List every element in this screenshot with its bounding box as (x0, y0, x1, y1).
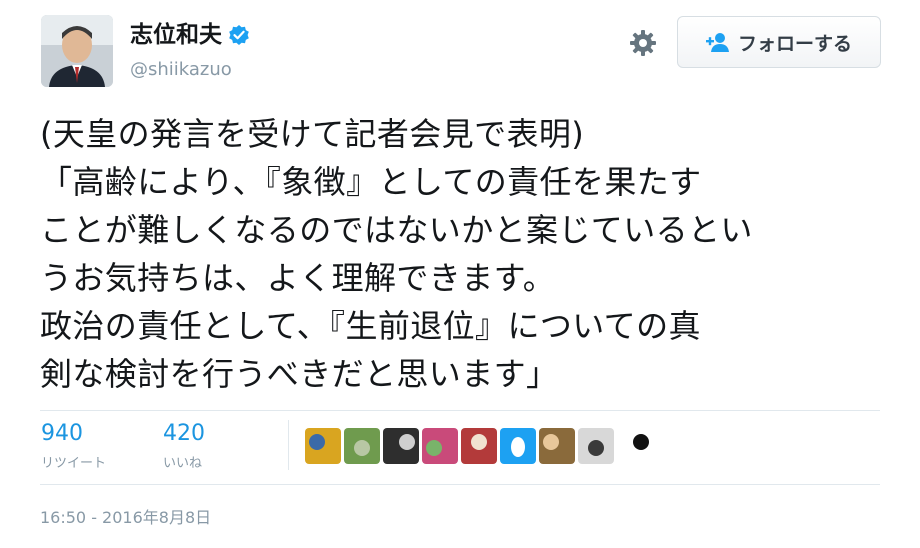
avatar[interactable] (41, 15, 113, 87)
liker-avatars (305, 428, 656, 464)
liker-avatar-7[interactable] (539, 428, 575, 464)
gear-icon[interactable] (628, 28, 658, 58)
liker-avatar-8[interactable] (578, 428, 614, 464)
liker-avatar-3[interactable] (383, 428, 419, 464)
stats-divider-top (40, 410, 880, 411)
liker-avatar-1[interactable] (305, 428, 341, 464)
like-label: いいね (163, 456, 203, 471)
add-user-icon (705, 31, 732, 53)
liker-avatar-6[interactable] (500, 428, 536, 464)
user-name-row[interactable]: 志位和夫 (130, 20, 250, 50)
like-count[interactable]: 420 (163, 420, 205, 448)
liker-avatar-4[interactable] (422, 428, 458, 464)
liker-avatar-5[interactable] (461, 428, 497, 464)
follow-button[interactable]: フォローする (677, 16, 881, 68)
retweet-count[interactable]: 940 (41, 420, 106, 448)
liker-avatar-9[interactable] (617, 428, 653, 464)
stats-separator (288, 420, 289, 470)
tweet-timestamp[interactable]: 16:50 - 2016年8月8日 (40, 504, 211, 528)
like-stat[interactable]: 420 いいね (163, 420, 205, 471)
retweet-stat[interactable]: 940 リツイート (41, 420, 106, 471)
liker-avatar-2[interactable] (344, 428, 380, 464)
user-handle[interactable]: @shiikazuo (130, 58, 232, 82)
stats-divider-bottom (40, 484, 880, 485)
retweet-label: リツイート (41, 456, 107, 471)
verified-badge-icon (228, 24, 250, 46)
tweet-text: (天皇の発言を受けて記者会見で表明) 「高齢により、『象徴』としての責任を果たす… (40, 115, 753, 393)
follow-button-label: フォローする (737, 32, 852, 55)
display-name[interactable]: 志位和夫 (130, 20, 222, 50)
